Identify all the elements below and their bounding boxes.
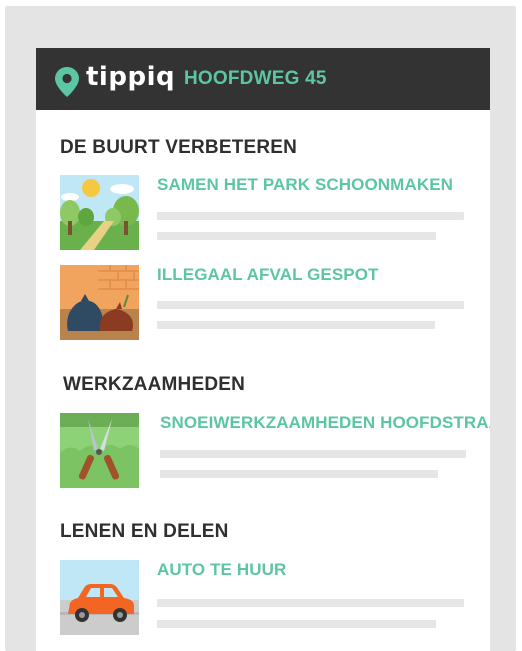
item-title[interactable]: ILLEGAAL AFVAL GESPOT xyxy=(157,265,379,285)
section-title-lenen-en-delen: LENEN EN DELEN xyxy=(60,521,229,542)
trash-bags-icon xyxy=(60,265,139,340)
item-title[interactable]: SNOEIWERKZAAMHEDEN HOOFDSTRAAT xyxy=(160,413,490,433)
placeholder-text-line xyxy=(157,301,464,309)
item-title[interactable]: AUTO TE HUUR xyxy=(157,560,286,580)
brand-logo[interactable]: tippiq xyxy=(86,62,175,92)
placeholder-text-line xyxy=(160,450,466,458)
list-item[interactable]: AUTO TE HUUR xyxy=(60,560,470,635)
list-item[interactable]: SNOEIWERKZAAMHEDEN HOOFDSTRAAT xyxy=(60,413,490,488)
section-title-de-buurt-verbeteren: DE BUURT VERBETEREN xyxy=(60,137,298,158)
placeholder-text-line xyxy=(157,620,436,628)
list-item[interactable]: ILLEGAAL AFVAL GESPOT xyxy=(60,265,470,340)
address-label: HOOFDWEG 45 xyxy=(184,68,327,89)
placeholder-text-line xyxy=(157,212,464,220)
item-title[interactable]: SAMEN HET PARK SCHOONMAKEN xyxy=(157,175,453,195)
feed-card: tippiq HOOFDWEG 45 DE BUURT VERBETEREN S… xyxy=(36,48,490,651)
hedge-shears-icon xyxy=(60,413,139,488)
placeholder-text-line xyxy=(157,321,435,329)
map-pin-icon xyxy=(55,67,79,97)
placeholder-text-line xyxy=(157,232,436,240)
app-header: tippiq HOOFDWEG 45 xyxy=(36,48,490,110)
placeholder-text-line xyxy=(157,599,464,607)
park-icon xyxy=(60,175,139,250)
placeholder-text-line xyxy=(160,470,438,478)
list-item[interactable]: SAMEN HET PARK SCHOONMAKEN xyxy=(60,175,470,250)
section-title-werkzaamheden: WERKZAAMHEDEN xyxy=(63,374,246,395)
car-icon xyxy=(60,560,139,635)
